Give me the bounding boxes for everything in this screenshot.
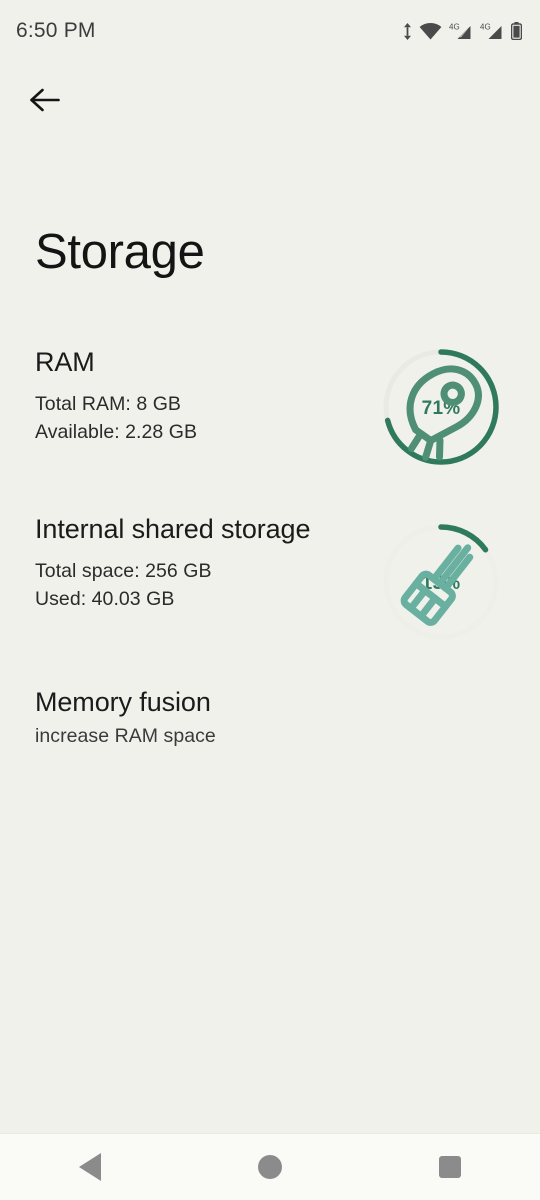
ram-detail-lines: Total RAM: 8 GB Available: 2.28 GB [35, 391, 197, 446]
ram-progress-ring: 71% [379, 345, 503, 469]
storage-progress-ring: 15% [379, 520, 503, 644]
storage-ring-center: 15% [379, 520, 503, 644]
nav-back-button[interactable] [30, 1134, 150, 1200]
storage-text-block: Internal shared storage Total space: 256… [35, 512, 310, 614]
ram-total-line: Total RAM: 8 GB [35, 393, 181, 416]
nav-home-button[interactable] [210, 1134, 330, 1200]
storage-total-line: Total space: 256 GB [35, 560, 212, 583]
section-ram[interactable]: RAM Total RAM: 8 GB Available: 2.28 GB 7… [0, 345, 540, 469]
signal-4g-icon-1: 4G [449, 22, 473, 40]
storage-used-line: Used: 40.03 GB [35, 587, 175, 610]
section-internal-shared-storage[interactable]: Internal shared storage Total space: 256… [0, 512, 540, 644]
ram-available-line: Available: 2.28 GB [35, 420, 198, 443]
recents-square-icon [439, 1156, 461, 1178]
status-bar-clock: 6:50 PM [16, 19, 96, 42]
page-title: Storage [35, 225, 205, 279]
data-transfer-icon [403, 22, 412, 40]
signal-4g-icon-2: 4G [480, 22, 504, 40]
memory-fusion-subtitle: increase RAM space [35, 725, 216, 748]
svg-text:4G: 4G [449, 23, 460, 32]
svg-text:4G: 4G [480, 23, 491, 32]
memory-fusion-heading: Memory fusion [35, 687, 211, 717]
home-circle-icon [258, 1155, 282, 1179]
status-bar-icons: 4G 4G [403, 22, 522, 40]
storage-heading: Internal shared storage [35, 514, 311, 544]
back-arrow-icon [29, 87, 61, 118]
wifi-icon [419, 22, 442, 40]
back-button[interactable] [18, 78, 72, 126]
battery-icon [511, 22, 522, 40]
nav-recents-button[interactable] [390, 1134, 510, 1200]
ram-heading: RAM [35, 347, 95, 377]
system-navigation-bar [0, 1133, 540, 1200]
storage-detail-lines: Total space: 256 GB Used: 40.03 GB [35, 558, 310, 613]
ram-ring-center: 71% [379, 345, 503, 469]
status-bar: 6:50 PM 4G 4G [0, 0, 540, 62]
section-memory-fusion[interactable]: Memory fusion increase RAM space [0, 685, 540, 748]
phone-screen: 6:50 PM 4G 4G Storage RAM Total RAM: 8 G… [0, 0, 540, 1200]
memory-fusion-text-block: Memory fusion increase RAM space [35, 685, 216, 748]
ram-text-block: RAM Total RAM: 8 GB Available: 2.28 GB [35, 345, 197, 447]
back-triangle-icon [79, 1153, 101, 1181]
